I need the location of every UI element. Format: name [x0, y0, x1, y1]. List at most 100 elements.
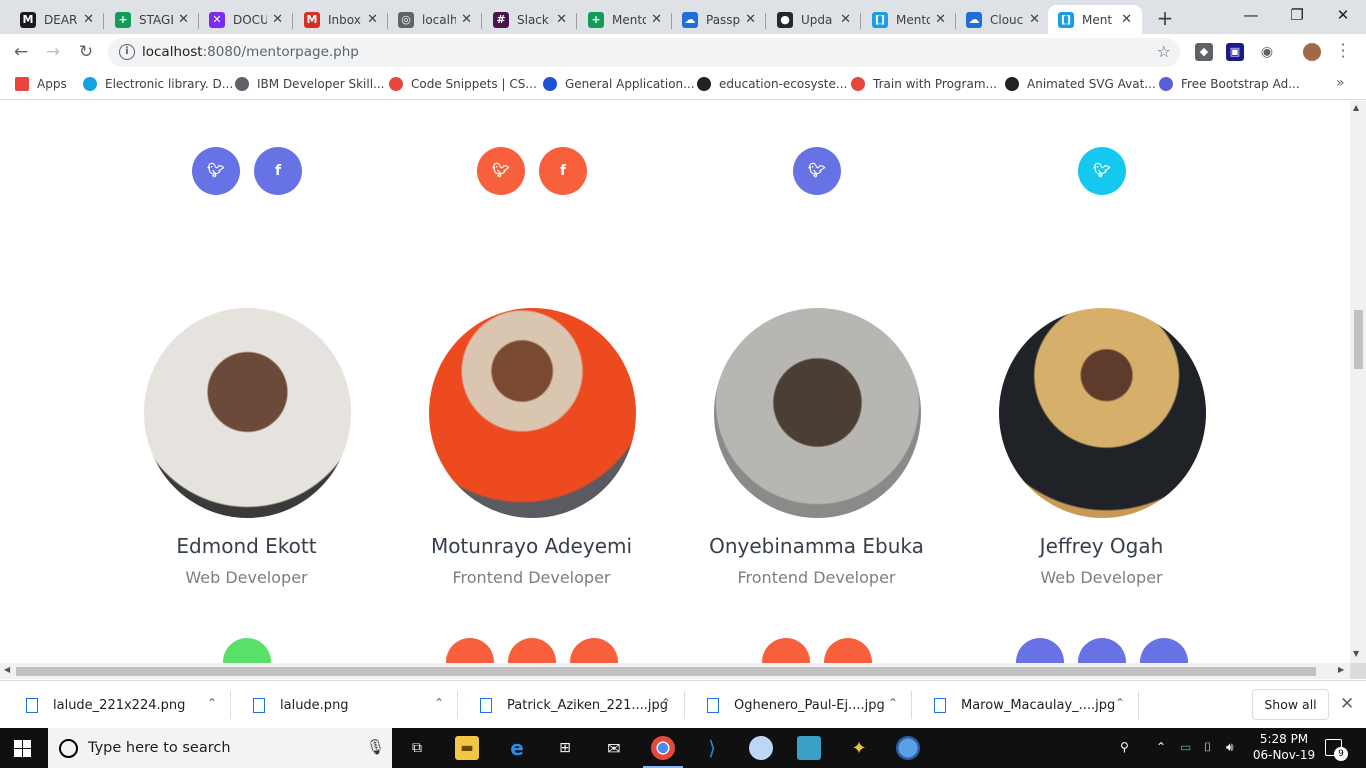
microphone-icon[interactable]: 🎙︎ [366, 738, 385, 756]
extension-shield-icon[interactable]: ◆ [1195, 43, 1213, 61]
vscode-icon[interactable]: ⟩ [700, 736, 724, 760]
scroll-right-arrow-icon[interactable]: ▶ [1338, 665, 1344, 674]
minimize-button[interactable]: — [1228, 0, 1274, 32]
bookmark-item[interactable]: education-ecosyste... [697, 77, 847, 91]
browser-tab[interactable]: [] Mento ✕ [862, 5, 956, 34]
apps-shortcut[interactable]: Apps [15, 77, 67, 91]
close-tab-icon[interactable]: ✕ [556, 12, 567, 27]
download-item[interactable]: lalude.png ⌃ [231, 681, 458, 729]
browser-tab[interactable]: ● Upda ✕ [767, 5, 861, 34]
browser-tab[interactable]: [] Ment ✕ [1048, 5, 1142, 34]
mail-icon[interactable] [1140, 638, 1188, 663]
bookmark-item[interactable]: Train with Program... [851, 77, 997, 91]
close-tab-icon[interactable]: ✕ [840, 12, 851, 27]
twitter-icon[interactable]: 🐦︎ [192, 147, 240, 195]
close-downloads-bar-icon[interactable]: ✕ [1340, 694, 1354, 714]
download-item[interactable]: Patrick_Aziken_221....jpg ⌃ [458, 681, 685, 729]
close-tab-icon[interactable]: ✕ [178, 12, 189, 27]
maximize-button[interactable]: ❐ [1274, 0, 1320, 32]
vertical-scrollbar[interactable]: ▲ ▼ [1350, 101, 1366, 663]
chrome-taskbar-icon[interactable] [643, 736, 683, 768]
show-hidden-icons-icon[interactable]: ⌃ [1156, 740, 1166, 754]
url-text[interactable]: localhost:8080/mentorpage.php [142, 44, 359, 60]
scroll-up-arrow-icon[interactable]: ▲ [1353, 103, 1359, 112]
twitter-icon[interactable] [762, 638, 810, 663]
network-icon[interactable]: ⌷ [1204, 740, 1211, 755]
bookmark-item[interactable]: General Application... [543, 77, 695, 91]
browser-tab[interactable]: # Slack ✕ [483, 5, 577, 34]
facebook-icon[interactable]: f [254, 147, 302, 195]
bookmark-item[interactable]: Code Snippets | CS... [389, 77, 537, 91]
download-item[interactable]: Oghenero_Paul-Ej....jpg ⌃ [685, 681, 912, 729]
reload-icon[interactable]: ↻ [75, 41, 97, 63]
system-clock[interactable]: 5:28 PM 06-Nov-19 [1252, 731, 1316, 763]
globe-app-icon[interactable] [896, 736, 920, 760]
volume-icon[interactable]: 🔊︎ [1226, 740, 1234, 755]
browser-tab[interactable]: + Mento ✕ [578, 5, 672, 34]
info-icon[interactable]: i [119, 44, 135, 60]
forward-icon[interactable]: → [42, 41, 64, 63]
app-icon[interactable]: ✦ [847, 736, 871, 760]
bookmark-item[interactable]: Free Bootstrap Ad... [1159, 77, 1300, 91]
twitter-icon[interactable] [446, 638, 494, 663]
close-tab-icon[interactable]: ✕ [651, 12, 662, 27]
taskbar-search-box[interactable]: Type here to search 🎙︎ [48, 728, 392, 768]
show-all-downloads-button[interactable]: Show all [1252, 689, 1329, 720]
close-tab-icon[interactable]: ✕ [461, 12, 472, 27]
facebook-icon[interactable]: f [539, 147, 587, 195]
bookmark-star-icon[interactable]: ☆ [1157, 42, 1171, 61]
bookmark-item[interactable]: IBM Developer Skill... [235, 77, 384, 91]
bookmark-item[interactable]: Electronic library. D... [83, 77, 233, 91]
twitter-icon[interactable]: 🐦︎ [793, 147, 841, 195]
close-tab-icon[interactable]: ✕ [83, 12, 94, 27]
download-item[interactable]: lalude_221x224.png ⌃ [4, 681, 231, 729]
chevron-up-icon[interactable]: ⌃ [1115, 696, 1125, 710]
close-tab-icon[interactable]: ✕ [745, 12, 756, 27]
browser-tab[interactable]: ✕ DOCU ✕ [199, 5, 293, 34]
browser-tab[interactable]: + STAGE ✕ [105, 5, 199, 34]
close-tab-icon[interactable]: ✕ [367, 12, 378, 27]
facebook-icon[interactable] [508, 638, 556, 663]
close-tab-icon[interactable]: ✕ [935, 12, 946, 27]
scroll-left-arrow-icon[interactable]: ◀ [4, 665, 10, 674]
twitter-icon[interactable] [223, 638, 271, 663]
chevron-up-icon[interactable]: ⌃ [434, 696, 444, 710]
action-center-icon[interactable]: 9 [1325, 739, 1348, 761]
twitter-icon[interactable]: 🐦︎ [1078, 147, 1126, 195]
more-bookmarks-icon[interactable]: » [1336, 75, 1345, 91]
browser-tab[interactable]: ☁ Passp ✕ [672, 5, 766, 34]
download-item[interactable]: Marow_Macaulay_....jpg ⌃ [912, 681, 1139, 729]
horizontal-scroll-thumb[interactable] [16, 667, 1316, 676]
twitter-icon[interactable] [1016, 638, 1064, 663]
back-icon[interactable]: ← [10, 41, 32, 63]
store-icon[interactable]: ⊞ [553, 736, 577, 760]
horizontal-scrollbar[interactable]: ◀ ▶ [0, 663, 1350, 679]
mail-icon[interactable] [570, 638, 618, 663]
twitter-icon[interactable]: 🐦︎ [477, 147, 525, 195]
browser-tab[interactable]: M Inbox ✕ [294, 5, 388, 34]
browser-tab[interactable]: ◎ localh ✕ [388, 5, 482, 34]
extension-screen-icon[interactable]: ▣ [1226, 43, 1244, 61]
chevron-up-icon[interactable]: ⌃ [888, 696, 898, 710]
app-icon[interactable] [797, 736, 821, 760]
browser-tab[interactable]: ☁ Clouc ✕ [956, 5, 1050, 34]
chevron-up-icon[interactable]: ⌃ [207, 696, 217, 710]
battery-icon[interactable]: ▭ [1180, 740, 1191, 754]
bookmark-item[interactable]: Animated SVG Avat... [1005, 77, 1156, 91]
people-icon[interactable]: ⚲ [1120, 740, 1129, 754]
mail-app-icon[interactable]: ✉ [602, 736, 626, 760]
file-explorer-icon[interactable]: ▬ [455, 736, 479, 760]
new-tab-button[interactable]: + [1155, 6, 1175, 30]
address-bar[interactable]: i localhost:8080/mentorpage.php ☆ [108, 38, 1180, 67]
app-icon[interactable] [749, 736, 773, 760]
windows-start-icon[interactable] [14, 740, 31, 757]
facebook-icon[interactable] [1078, 638, 1126, 663]
close-tab-icon[interactable]: ✕ [1029, 12, 1040, 27]
extension-eye-icon[interactable]: ◉ [1258, 43, 1276, 61]
facebook-icon[interactable] [824, 638, 872, 663]
scroll-down-arrow-icon[interactable]: ▼ [1353, 649, 1359, 658]
profile-avatar[interactable] [1303, 43, 1321, 61]
close-window-button[interactable]: ✕ [1320, 0, 1366, 32]
chevron-up-icon[interactable]: ⌃ [661, 696, 671, 710]
browser-tab[interactable]: M DEAR ✕ [10, 5, 104, 34]
